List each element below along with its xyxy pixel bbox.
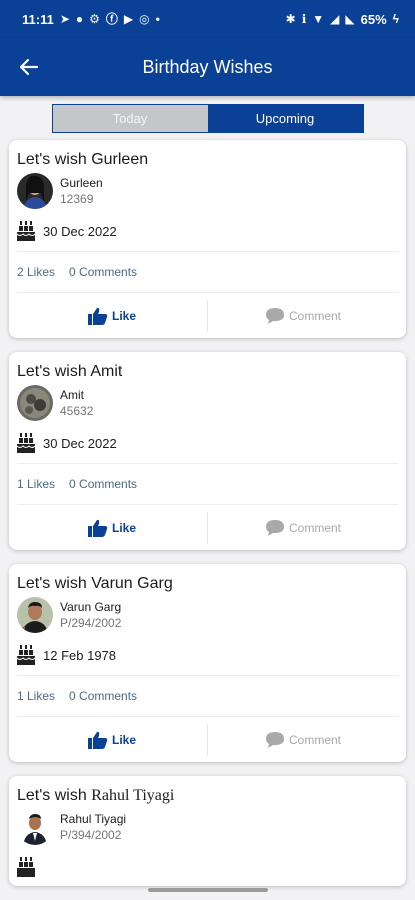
comment-button[interactable]: Comment [208, 505, 398, 550]
dob-row: 30 Dec 2022 [17, 211, 398, 251]
person-name: Amit [60, 388, 84, 402]
dot-icon: • [155, 12, 160, 26]
comment-label: Comment [288, 732, 341, 747]
comment-icon [265, 519, 284, 536]
avatar[interactable] [17, 597, 53, 633]
employee-code: 12369 [60, 192, 94, 206]
stats-row: 1 Likes 0 Comments [17, 464, 398, 504]
employee-code: P/294/2002 [60, 616, 122, 630]
vpn-icon: ⚙ [89, 12, 100, 26]
comment-button[interactable]: Comment [208, 293, 398, 338]
app-bar: Birthday Wishes [0, 38, 415, 96]
facebook-icon: ⓕ [105, 12, 118, 26]
comments-count[interactable]: 0 Comments [69, 689, 137, 703]
likes-count[interactable]: 1 Likes [17, 689, 55, 703]
dob-row [17, 847, 398, 886]
actions-row: Like Comment [17, 504, 398, 550]
cake-icon [17, 645, 35, 665]
birthday-feed[interactable]: Let's wish Gurleen Gurleen 12369 30 Dec … [9, 140, 406, 900]
avatar[interactable] [17, 809, 53, 845]
employee-code: 45632 [60, 404, 94, 418]
person-row: Rahul Tiyagi P/394/2002 [17, 807, 398, 847]
person-row: Gurleen 12369 [17, 171, 398, 211]
actions-row: Like Comment [17, 292, 398, 338]
avatar[interactable] [17, 173, 53, 209]
comment-label: Comment [288, 520, 341, 535]
card-title: Let's wish Amit [17, 363, 123, 380]
birthday-card: Let's wish Amit Amit 45632 30 Dec 2022 1… [9, 352, 406, 550]
status-bar: 11:11 ➤ ● ⚙ ⓕ ▶ ◎ • ✱ ℹ ▼ ◢ ◣ 65% ϟ [0, 0, 415, 38]
charging-icon: ϟ [392, 12, 399, 26]
wifi-icon: ▼ [312, 12, 325, 26]
birth-date: 30 Dec 2022 [43, 223, 117, 239]
stats-row: 1 Likes 0 Comments [17, 676, 398, 716]
comment-icon [265, 307, 284, 324]
telegram-icon: ➤ [59, 12, 70, 26]
birthday-card: Let's wish Varun Garg Varun Garg P/294/2… [9, 564, 406, 762]
gesture-nav-handle[interactable] [148, 888, 268, 892]
tab-today[interactable]: Today [52, 105, 208, 132]
person-name: Gurleen [60, 176, 103, 190]
signal-app-icon: ● [75, 12, 84, 26]
mobile-signal-icon: ◢ [330, 12, 340, 26]
card-title: Let's wish Varun Garg [17, 575, 173, 592]
no-signal-icon: ◣ [345, 12, 355, 26]
cake-icon [17, 857, 35, 877]
comments-count[interactable]: 0 Comments [69, 477, 137, 491]
likes-count[interactable]: 2 Likes [17, 265, 55, 279]
person-row: Amit 45632 [17, 383, 398, 423]
thumbs-up-icon [87, 519, 108, 537]
dob-row: 12 Feb 1978 [17, 635, 398, 675]
person-row: Varun Garg P/294/2002 [17, 595, 398, 635]
card-title: Let's wish Gurleen [17, 151, 149, 168]
tab-upcoming[interactable]: Upcoming [207, 105, 363, 132]
like-label: Like [111, 732, 136, 747]
actions-row: Like Comment [17, 716, 398, 762]
stats-row: 2 Likes 0 Comments [17, 252, 398, 292]
battery-percent: 65% [360, 11, 387, 27]
tab-bar: Today Upcoming [51, 104, 364, 133]
back-button[interactable] [0, 38, 58, 96]
page-title: Birthday Wishes [142, 56, 273, 77]
comment-button[interactable]: Comment [208, 717, 398, 762]
employee-code: P/394/2002 [60, 828, 122, 842]
likes-count[interactable]: 1 Likes [17, 477, 55, 491]
birthday-card: Let's wish Gurleen Gurleen 12369 30 Dec … [9, 140, 406, 338]
status-time: 11:11 [22, 11, 54, 27]
comment-label: Comment [288, 308, 341, 323]
card-title-name: Rahul Tiyagi [91, 787, 175, 804]
comment-icon [265, 731, 284, 748]
thumbs-up-icon [87, 731, 108, 749]
bluetooth-icon: ✱ [285, 12, 296, 26]
radio-icon: ◎ [139, 12, 150, 26]
youtube-icon: ▶ [123, 12, 134, 26]
cake-icon [17, 221, 35, 241]
like-button[interactable]: Like [17, 293, 207, 338]
person-name: Rahul Tiyagi [60, 812, 127, 826]
cake-icon [17, 433, 35, 453]
arrow-left-icon [19, 58, 39, 76]
card-title-prefix: Let's wish [17, 787, 87, 804]
card-title: Let's wish Rahul Tiyagi [17, 776, 398, 807]
like-button[interactable]: Like [17, 717, 207, 762]
thumbs-up-icon [87, 307, 108, 325]
birth-date: 30 Dec 2022 [43, 435, 117, 451]
birth-date: 12 Feb 1978 [43, 647, 117, 663]
like-label: Like [111, 308, 136, 323]
dob-row: 30 Dec 2022 [17, 423, 398, 463]
person-name: Varun Garg [60, 600, 122, 614]
volte-icon: ℹ [301, 12, 307, 26]
like-label: Like [111, 520, 136, 535]
avatar[interactable] [17, 385, 53, 421]
birthday-card: Let's wish Rahul Tiyagi Rahul Tiyagi P/3… [9, 776, 406, 886]
comments-count[interactable]: 0 Comments [69, 265, 137, 279]
like-button[interactable]: Like [17, 505, 207, 550]
